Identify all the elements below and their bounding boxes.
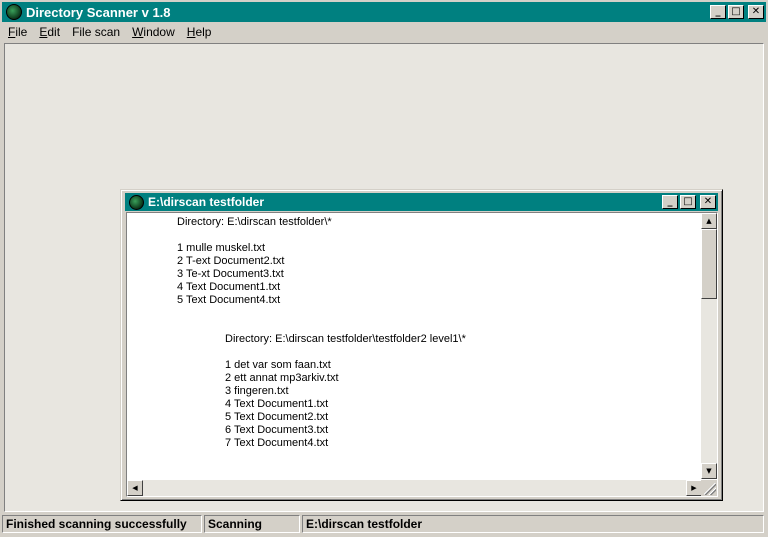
- scroll-down-button[interactable]: ▼: [701, 463, 717, 479]
- file-entry: 4 Text Document1.txt: [177, 281, 281, 293]
- status-message: Finished scanning successfully: [2, 515, 202, 533]
- file-entry: 1 mulle muskel.txt: [177, 242, 266, 254]
- directory-header: Directory: E:\dirscan testfolder\*: [177, 216, 332, 228]
- status-bar: Finished scanning successfully Scanning …: [2, 514, 766, 534]
- scroll-right-button[interactable]: ▶: [686, 480, 702, 496]
- directory-block: Directory: E:\dirscan testfolder\* 1 mul…: [177, 216, 332, 307]
- main-title-bar[interactable]: Directory Scanner v 1.8 _ □ ✕: [2, 2, 766, 22]
- file-entry: 5 Text Document2.txt: [225, 411, 329, 423]
- arrow-down-icon: ▼: [706, 466, 712, 475]
- arrow-up-icon: ▲: [706, 216, 712, 225]
- menu-file-scan[interactable]: File scan: [66, 25, 126, 39]
- child-window: E:\dirscan testfolder _ □ ✕ Directory: E…: [120, 189, 723, 501]
- vertical-scrollbar[interactable]: ▲ ▼: [701, 213, 717, 479]
- menu-window[interactable]: Window: [126, 25, 181, 39]
- child-close-button[interactable]: ✕: [700, 195, 716, 209]
- file-entry: 2 T-ext Document2.txt: [177, 255, 285, 267]
- file-entry: 7 Text Document4.txt: [225, 437, 329, 449]
- file-entry: 2 ett annat mp3arkiv.txt: [225, 372, 339, 384]
- scroll-up-button[interactable]: ▲: [701, 213, 717, 229]
- directory-block: Directory: E:\dirscan testfolder\testfol…: [225, 333, 466, 450]
- menu-bar: File Edit File scan Window Help: [2, 22, 766, 42]
- arrow-left-icon: ◀: [132, 483, 138, 492]
- close-icon: ✕: [751, 6, 761, 17]
- scroll-left-button[interactable]: ◀: [127, 480, 143, 496]
- minimize-icon: _: [667, 196, 673, 207]
- file-entry: 4 Text Document1.txt: [225, 398, 329, 410]
- minimize-icon: _: [715, 6, 721, 17]
- file-entry: 6 Text Document3.txt: [225, 424, 329, 436]
- main-window: Directory Scanner v 1.8 _ □ ✕ File Edit …: [0, 0, 768, 537]
- vertical-scroll-thumb[interactable]: [701, 229, 717, 299]
- directory-header: Directory: E:\dirscan testfolder\testfol…: [225, 333, 466, 345]
- child-maximize-button[interactable]: □: [680, 195, 696, 209]
- file-entry: 5 Text Document4.txt: [177, 294, 281, 306]
- listing-view[interactable]: Directory: E:\dirscan testfolder\* 1 mul…: [126, 212, 718, 497]
- child-title-bar[interactable]: E:\dirscan testfolder _ □ ✕: [125, 193, 718, 211]
- child-globe-icon[interactable]: [129, 194, 144, 210]
- size-grip[interactable]: [701, 480, 717, 496]
- file-entry: 3 fingeren.txt: [225, 385, 289, 397]
- status-state: Scanning: [204, 515, 300, 533]
- menu-edit[interactable]: Edit: [33, 25, 66, 39]
- close-button[interactable]: ✕: [748, 5, 764, 19]
- status-path: E:\dirscan testfolder: [302, 515, 764, 533]
- child-minimize-button[interactable]: _: [662, 195, 678, 209]
- maximize-icon: □: [731, 6, 741, 17]
- horizontal-scrollbar[interactable]: ◀ ▶: [127, 480, 702, 496]
- child-window-title: E:\dirscan testfolder: [148, 195, 265, 209]
- menu-file[interactable]: File: [2, 25, 33, 39]
- window-title: Directory Scanner v 1.8: [26, 4, 171, 20]
- resize-grip-icon: [704, 483, 716, 495]
- app-globe-icon[interactable]: [6, 4, 22, 20]
- maximize-button[interactable]: □: [728, 5, 744, 19]
- arrow-right-icon: ▶: [691, 483, 697, 492]
- maximize-icon: □: [683, 196, 693, 207]
- file-entry: 3 Te-xt Document3.txt: [177, 268, 284, 280]
- menu-help[interactable]: Help: [181, 25, 218, 39]
- minimize-button[interactable]: _: [710, 5, 726, 19]
- listing-content: Directory: E:\dirscan testfolder\* 1 mul…: [127, 213, 702, 479]
- file-entry: 1 det var som faan.txt: [225, 359, 331, 371]
- close-icon: ✕: [703, 196, 713, 207]
